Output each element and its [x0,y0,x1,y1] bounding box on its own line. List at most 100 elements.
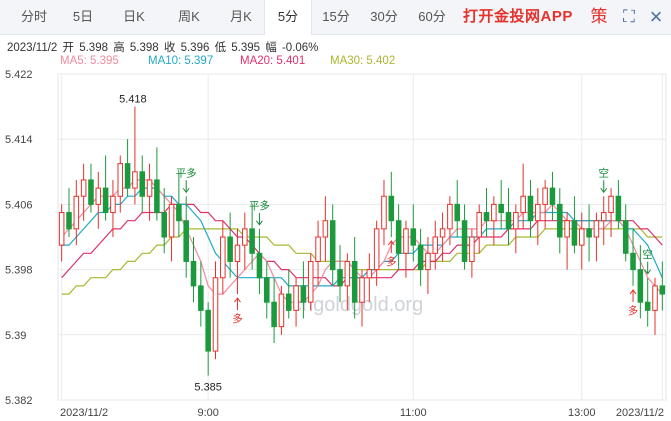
candle-body [198,285,204,311]
candle-body [586,228,592,238]
candle-body [139,171,146,197]
candle-body [557,203,563,238]
candle-body [234,244,241,262]
candle-body [373,228,380,271]
candle-body [417,244,424,271]
candle-body [359,277,365,303]
candle-body [578,228,585,246]
y-tick-label: 5.422 [5,69,33,81]
y-tick-label: 5.398 [5,265,33,277]
candle-body [637,269,644,303]
candle-body [88,179,94,205]
candle-body [66,212,72,230]
candle-body [615,195,622,222]
candle-body [307,260,314,303]
extreme-low-label: 5.385 [194,382,222,394]
candle-body [124,163,131,189]
signal-label: 空 [642,248,653,261]
candle-body [212,277,219,352]
candle-body [439,228,446,238]
x-tick-label: 13:00 [568,407,596,419]
signal-label: 平多 [249,199,270,212]
candle-body [505,212,512,230]
candle-body [454,203,460,222]
candle-body [366,269,373,279]
candle-body [483,212,490,222]
candle-body [527,195,534,222]
candle-body [644,301,651,311]
candle-body [80,179,87,197]
extreme-high-label: 5.418 [119,94,147,106]
candle-body [469,236,475,262]
candle-body [205,309,211,352]
candle-body [388,195,395,222]
y-tick-label: 5.414 [5,134,33,146]
candle-body [622,220,629,254]
candle-body [564,220,570,238]
candle-body [220,236,226,279]
candle-body [425,252,431,271]
kline-chart: cngoldgold.org 平多平多多多多空空 5.4225.4145.406… [5,69,667,419]
candle-body [183,220,189,262]
x-tick-label: 2023/11/2 [60,407,108,419]
candle-body [659,285,666,295]
x-axis: 2023/11/2 9:00 11:00 13:00 2023/11/2 [60,407,664,419]
candle-body [264,277,270,303]
candle-body [161,212,167,238]
candle-body [117,163,124,197]
candle-body [176,203,182,222]
candle-body [652,285,658,311]
candle-body [593,220,600,238]
candle-body [542,187,548,205]
candle-body [410,228,417,246]
candle-body [351,260,358,303]
candle-body [432,236,439,254]
candle-body [476,212,482,238]
candle-body [395,220,402,254]
candle-body [285,293,292,311]
candle-body [315,236,321,262]
candle-body [520,195,526,214]
y-tick-label: 5.39 [5,330,26,342]
candle-body [249,228,255,254]
candle-body [381,195,387,230]
candle-body [491,203,497,222]
candle-body [95,187,102,205]
signal-label: 多 [628,304,639,317]
candle-body [461,220,468,262]
y-axis: 5.422 5.414 5.406 5.398 5.39 5.382 [5,69,33,407]
x-tick-label: 2023/11/2 [616,407,664,419]
candle-body [278,293,285,328]
candle-body [132,171,138,189]
candle-body [571,220,578,246]
candle-body [549,187,556,205]
candle-body [154,179,160,214]
candle-body [190,260,197,287]
candle-body [58,212,65,246]
candle-body [73,195,80,230]
y-tick-label: 5.406 [5,199,33,211]
candle-body [513,212,519,230]
signal-label: 多 [386,255,397,268]
candle-body [344,260,351,287]
candle-body [329,220,336,271]
candle-body [242,228,248,246]
candle-body [498,203,504,214]
candle-body [102,187,109,214]
candle-body [630,252,636,271]
candle-body [403,228,409,254]
candle-body [168,203,175,238]
candle-body [608,195,614,214]
candle-body [337,269,343,287]
candle-body [110,195,116,214]
signal-label: 空 [598,166,609,179]
signal-label: 多 [232,312,243,325]
candle-body [300,285,307,303]
x-tick-label: 9:00 [197,407,218,419]
candle-body [600,212,607,222]
candle-body [146,179,153,197]
candle-body [322,220,329,238]
x-tick-label: 11:00 [400,407,427,419]
candle-body [256,252,263,279]
candle-body [227,236,233,262]
